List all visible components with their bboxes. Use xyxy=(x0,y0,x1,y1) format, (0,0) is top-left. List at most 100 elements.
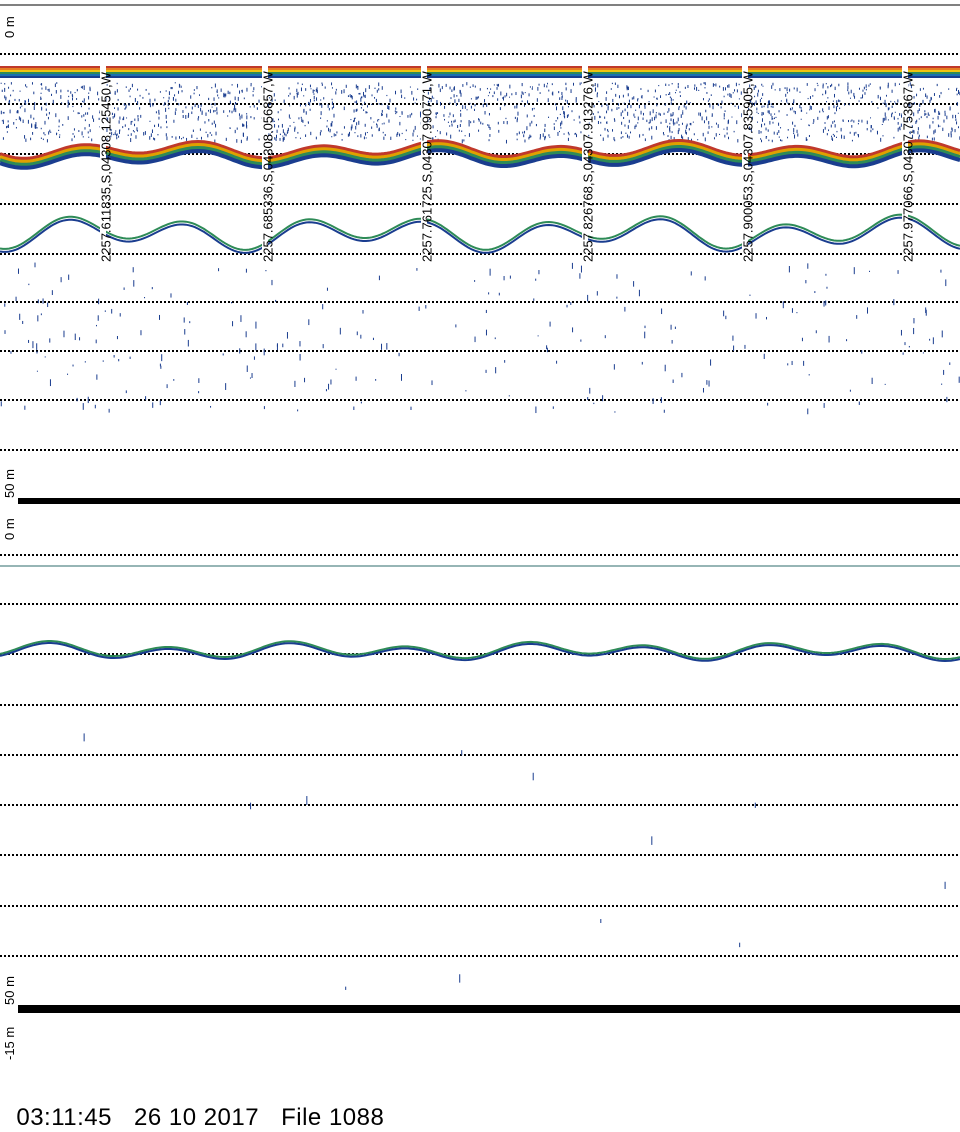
scatter-echo xyxy=(772,118,774,120)
scatter-echo xyxy=(796,129,798,134)
scatter-echo xyxy=(209,109,211,114)
scatter-echo xyxy=(26,86,28,88)
scatter-echo xyxy=(600,919,602,924)
scatter-echo xyxy=(734,105,736,107)
scatter-echo xyxy=(149,103,151,108)
scatter-echo xyxy=(924,110,926,113)
scatter-echo xyxy=(320,129,322,133)
scatter-echo xyxy=(894,101,896,103)
scatter-echo xyxy=(626,85,628,89)
scatter-echo xyxy=(669,96,671,99)
scatter-echo xyxy=(436,130,438,132)
scatter-echo xyxy=(817,116,819,120)
scatter-echo xyxy=(839,100,841,102)
scatter-echo xyxy=(786,114,788,116)
scatter-echo xyxy=(478,129,480,132)
scatter-echo xyxy=(123,287,125,290)
scatter-echo xyxy=(193,92,195,95)
scatter-echo xyxy=(253,356,255,360)
scatter-echo xyxy=(214,109,216,112)
scatter-echo xyxy=(644,106,646,109)
scatter-echo xyxy=(767,402,769,406)
scatter-echo xyxy=(676,121,678,124)
scatter-echo xyxy=(642,117,644,120)
scatter-echo xyxy=(153,137,155,140)
scatter-echo xyxy=(571,262,573,269)
scatter-echo xyxy=(521,91,523,94)
scatter-echo xyxy=(800,118,802,120)
scatter-echo xyxy=(401,94,403,99)
scatter-echo xyxy=(767,129,769,132)
lower-echogram xyxy=(0,640,960,990)
scatter-echo xyxy=(237,83,239,88)
scatter-echo xyxy=(882,102,884,104)
scatter-echo xyxy=(354,132,356,134)
scatter-echo xyxy=(856,315,858,319)
scatter-echo xyxy=(231,84,233,86)
scatter-echo xyxy=(464,105,466,109)
scatter-echo xyxy=(812,95,814,97)
scatter-echo xyxy=(761,97,763,100)
scatter-echo xyxy=(439,88,441,93)
scatter-echo xyxy=(725,315,727,320)
scatter-echo xyxy=(204,121,206,124)
scatter-echo xyxy=(196,86,198,90)
scatter-echo xyxy=(778,110,780,113)
scatter-echo xyxy=(721,100,723,104)
scatter-echo xyxy=(634,116,636,118)
scatter-echo xyxy=(323,97,325,100)
scatter-echo xyxy=(32,341,34,349)
scatter-echo xyxy=(853,92,855,97)
scatter-echo xyxy=(456,94,458,97)
scatter-echo xyxy=(735,82,737,87)
scatter-echo xyxy=(918,118,920,120)
scatter-echo xyxy=(441,86,443,90)
scatter-echo xyxy=(637,116,639,121)
scatter-echo xyxy=(891,112,893,115)
scatter-echo xyxy=(331,98,333,101)
scatter-echo xyxy=(133,280,135,287)
scatter-echo xyxy=(297,82,299,85)
scatter-echo xyxy=(381,343,383,350)
scatter-echo xyxy=(360,96,362,99)
scatter-echo xyxy=(801,337,803,342)
scatter-echo xyxy=(730,94,732,99)
scatter-echo xyxy=(241,114,243,119)
scatter-echo xyxy=(789,107,791,111)
scatter-echo xyxy=(869,270,871,272)
scatter-echo xyxy=(553,126,555,131)
scatter-echo xyxy=(792,121,794,125)
scatter-echo xyxy=(56,132,58,136)
scatter-echo xyxy=(521,100,523,103)
scatter-echo xyxy=(660,121,662,124)
scatter-echo xyxy=(255,343,257,351)
scatter-echo xyxy=(63,330,65,338)
scatter-echo xyxy=(165,133,167,137)
scatter-echo xyxy=(670,324,672,330)
scatter-echo xyxy=(401,111,403,114)
scatter-echo xyxy=(523,134,525,138)
scatter-echo xyxy=(527,100,529,104)
scatter-echo xyxy=(394,110,396,113)
scatter-echo xyxy=(862,89,864,92)
scatter-echo xyxy=(683,104,685,108)
scatter-echo xyxy=(807,408,809,415)
scatter-echo xyxy=(610,88,612,90)
scatter-echo xyxy=(165,107,167,112)
scatter-echo xyxy=(807,263,809,269)
scatter-echo xyxy=(679,91,681,93)
scatter-echo xyxy=(756,111,758,113)
scatter-echo xyxy=(757,89,759,93)
scatter-echo xyxy=(493,91,495,95)
scatter-echo xyxy=(948,133,950,137)
scatter-echo xyxy=(451,120,453,123)
scatter-echo xyxy=(88,92,90,94)
scatter-echo xyxy=(246,113,248,115)
scatter-echo xyxy=(309,102,311,106)
scatter-echo xyxy=(919,103,921,107)
scatter-echo xyxy=(15,126,17,129)
scatter-echo xyxy=(685,129,687,134)
scatter-echo xyxy=(839,107,841,110)
scatter-echo xyxy=(2,137,4,140)
scatter-echo xyxy=(297,409,299,412)
